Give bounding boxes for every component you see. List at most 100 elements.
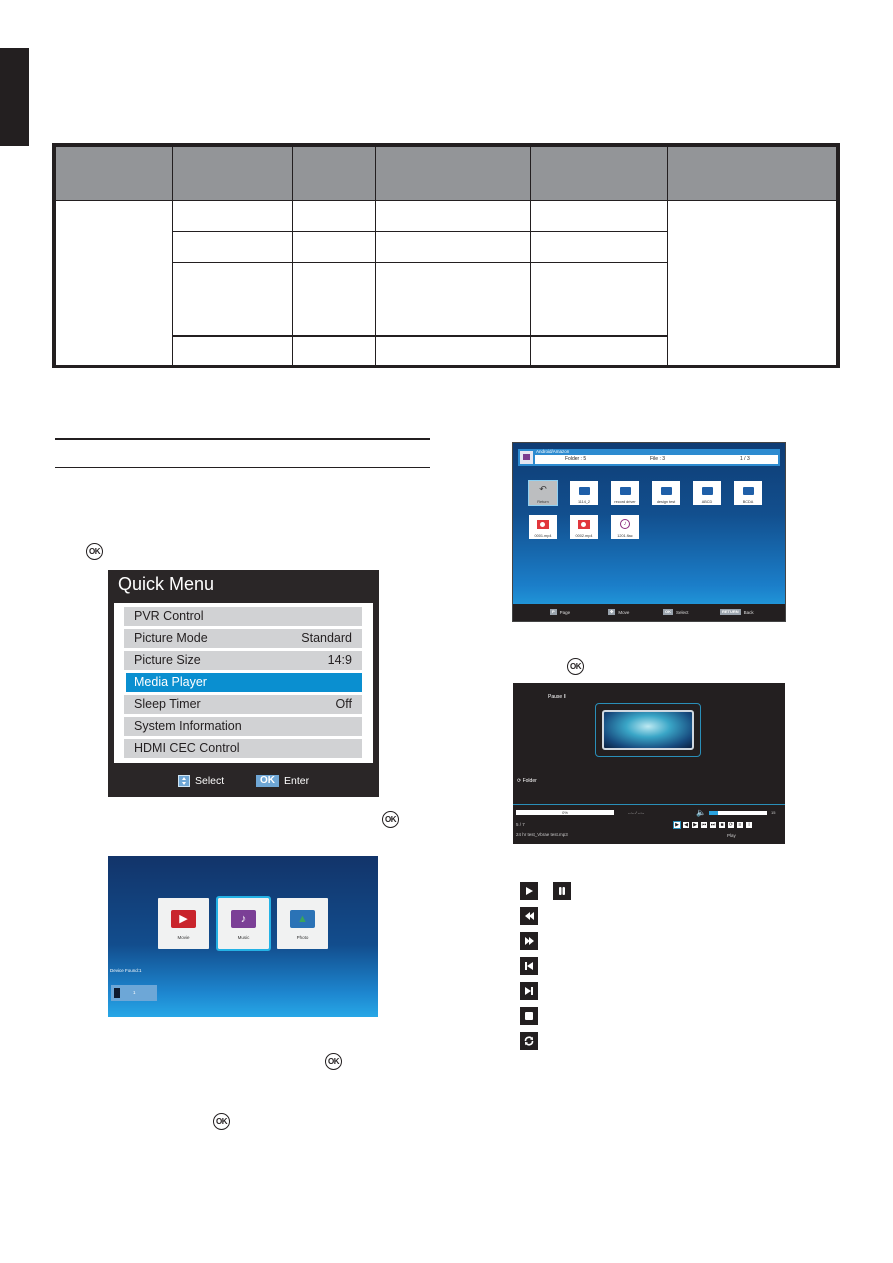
play-button[interactable]: ▶: [673, 821, 681, 829]
file-item-folder[interactable]: 1114_2: [570, 481, 598, 505]
media-card-label: Movie: [177, 935, 190, 940]
table-cell: [172, 200, 293, 232]
page-key-icon: P: [550, 609, 557, 615]
music-playback-screenshot: Pause ‖ ⟳ Folder 0% --:-- / --:-- 🔈 15 5…: [513, 683, 785, 844]
table-header-cell: [375, 146, 531, 201]
album-art-frame: [595, 703, 701, 757]
quick-menu-item-sleep-timer[interactable]: Sleep Timer Off: [124, 695, 362, 714]
arrows-key-icon: ✥: [608, 609, 616, 615]
file-browser-header: Android/Amazon Folder : 5 File : 3 1 / 3: [518, 449, 780, 466]
file-item-folder[interactable]: BCDA: [734, 481, 762, 505]
hint-back: RETURN Back: [720, 609, 754, 615]
progress-bar[interactable]: 0%: [516, 810, 614, 815]
info-button[interactable]: i: [746, 822, 752, 828]
playback-control-bar: 0% --:-- / --:-- 🔈 15 5 / 7 24 hr test_V…: [513, 804, 785, 844]
volume-value: 15: [771, 810, 776, 815]
table-cell: [55, 200, 173, 368]
quick-menu-item-label: HDMI CEC Control: [134, 741, 240, 755]
hint-move: ✥ Move: [608, 609, 629, 615]
hint-label: Page: [559, 609, 571, 615]
spec-table: [52, 143, 840, 368]
media-card-photo[interactable]: ▲ Photo: [277, 898, 328, 949]
device-item[interactable]: 1: [111, 985, 157, 1001]
quick-menu-item-hdmi-cec-control[interactable]: HDMI CEC Control: [124, 739, 362, 758]
playlist-button[interactable]: ≡: [737, 822, 743, 828]
folder-count: Folder : 5: [565, 456, 587, 462]
hint-label: Select: [676, 609, 689, 615]
file-browser-screenshot: Android/Amazon Folder : 5 File : 3 1 / 3…: [512, 442, 786, 622]
table-cell: [375, 200, 531, 232]
repeat-button[interactable]: ⟳: [728, 822, 734, 828]
file-item-label: Return: [537, 500, 549, 504]
rewind-button[interactable]: ◀: [683, 822, 689, 828]
quick-menu-item-value: Standard: [301, 631, 352, 645]
playback-status: Pause ‖: [548, 694, 566, 700]
current-path: Android/Amazon: [536, 449, 570, 454]
previous-button[interactable]: ⏮: [701, 822, 707, 828]
table-cell: [172, 335, 293, 368]
file-item-return[interactable]: ↶ Return: [528, 480, 558, 506]
file-item-label: BCDA: [742, 500, 754, 504]
quick-menu-item-value: 14:9: [327, 653, 352, 667]
table-header-cell: [530, 146, 668, 201]
table-cell: [292, 335, 376, 368]
file-item-video[interactable]: 0002.mp4: [570, 515, 598, 539]
fast-forward-button[interactable]: ▶: [692, 822, 698, 828]
return-key-icon: RETURN: [720, 609, 741, 615]
hint-page: P Page: [550, 609, 570, 615]
stop-button[interactable]: ■: [719, 822, 725, 828]
table-cell: [667, 200, 837, 368]
table-cell: [172, 231, 293, 263]
media-card-label: Photo: [296, 935, 309, 940]
ok-button-icon: OK: [213, 1113, 230, 1130]
quick-menu-item-label: Picture Size: [134, 653, 201, 667]
video-file-icon: [578, 520, 590, 529]
hint-label: Select: [195, 775, 225, 787]
folder-label: Folder: [522, 778, 537, 784]
video-file-icon: [537, 520, 549, 529]
hint-label: Move: [618, 609, 630, 615]
ok-button-icon: OK: [567, 658, 584, 675]
file-browser-info-bar: Folder : 5 File : 3 1 / 3: [535, 455, 778, 464]
ok-key-icon: OK: [663, 609, 673, 615]
table-cell: [375, 335, 531, 368]
file-item-music[interactable]: ♪ 1201.flac: [611, 515, 639, 539]
file-item-label: 1114_2: [577, 500, 591, 504]
file-item-label: ABCD: [701, 500, 713, 504]
file-item-label: 1201.flac: [617, 534, 633, 538]
file-item-folder[interactable]: design test: [652, 481, 680, 505]
quick-menu-item-label: Picture Mode: [134, 631, 208, 645]
quick-menu-item-picture-size[interactable]: Picture Size 14:9: [124, 651, 362, 670]
table-cell: [530, 200, 668, 232]
ok-button-icon: OK: [325, 1053, 342, 1070]
media-card-music[interactable]: ♪ Music: [216, 896, 271, 951]
quick-menu-item-system-information[interactable]: System Information: [124, 717, 362, 736]
file-item-label: 0002.mp4: [575, 534, 593, 538]
table-cell: [375, 231, 531, 263]
mountain-icon: ▲: [297, 913, 308, 925]
play-mode-label: Play: [727, 833, 736, 838]
playback-time: --:-- / --:--: [628, 810, 645, 815]
table-cell: [292, 231, 376, 263]
file-item-folder[interactable]: record driver: [611, 481, 639, 505]
previous-track-icon: [520, 957, 538, 975]
quick-menu-item-label: System Information: [134, 719, 242, 733]
file-item-video[interactable]: 0001.mp4: [529, 515, 557, 539]
ok-button-icon: OK: [382, 811, 399, 828]
table-cell: [375, 262, 531, 337]
quick-menu-item-media-player[interactable]: Media Player: [126, 673, 362, 692]
table-cell: [530, 231, 668, 263]
folder-toggle[interactable]: ⟳ Folder: [517, 778, 537, 784]
volume-fill: [709, 811, 718, 815]
quick-menu-item-picture-mode[interactable]: Picture Mode Standard: [124, 629, 362, 648]
media-card-movie[interactable]: ▶ Movie: [158, 898, 209, 949]
next-track-icon: [520, 982, 538, 1000]
next-button[interactable]: ⏭: [710, 822, 716, 828]
progress-text: 0%: [562, 810, 568, 815]
quick-menu-item-label: Media Player: [134, 675, 207, 689]
quick-menu-screenshot: Quick Menu PVR Control Picture Mode Stan…: [108, 570, 379, 797]
quick-menu-item-pvr-control[interactable]: PVR Control: [124, 607, 362, 626]
file-item-folder[interactable]: ABCD: [693, 481, 721, 505]
hint-label: Enter: [284, 775, 310, 787]
volume-bar[interactable]: [709, 811, 767, 815]
